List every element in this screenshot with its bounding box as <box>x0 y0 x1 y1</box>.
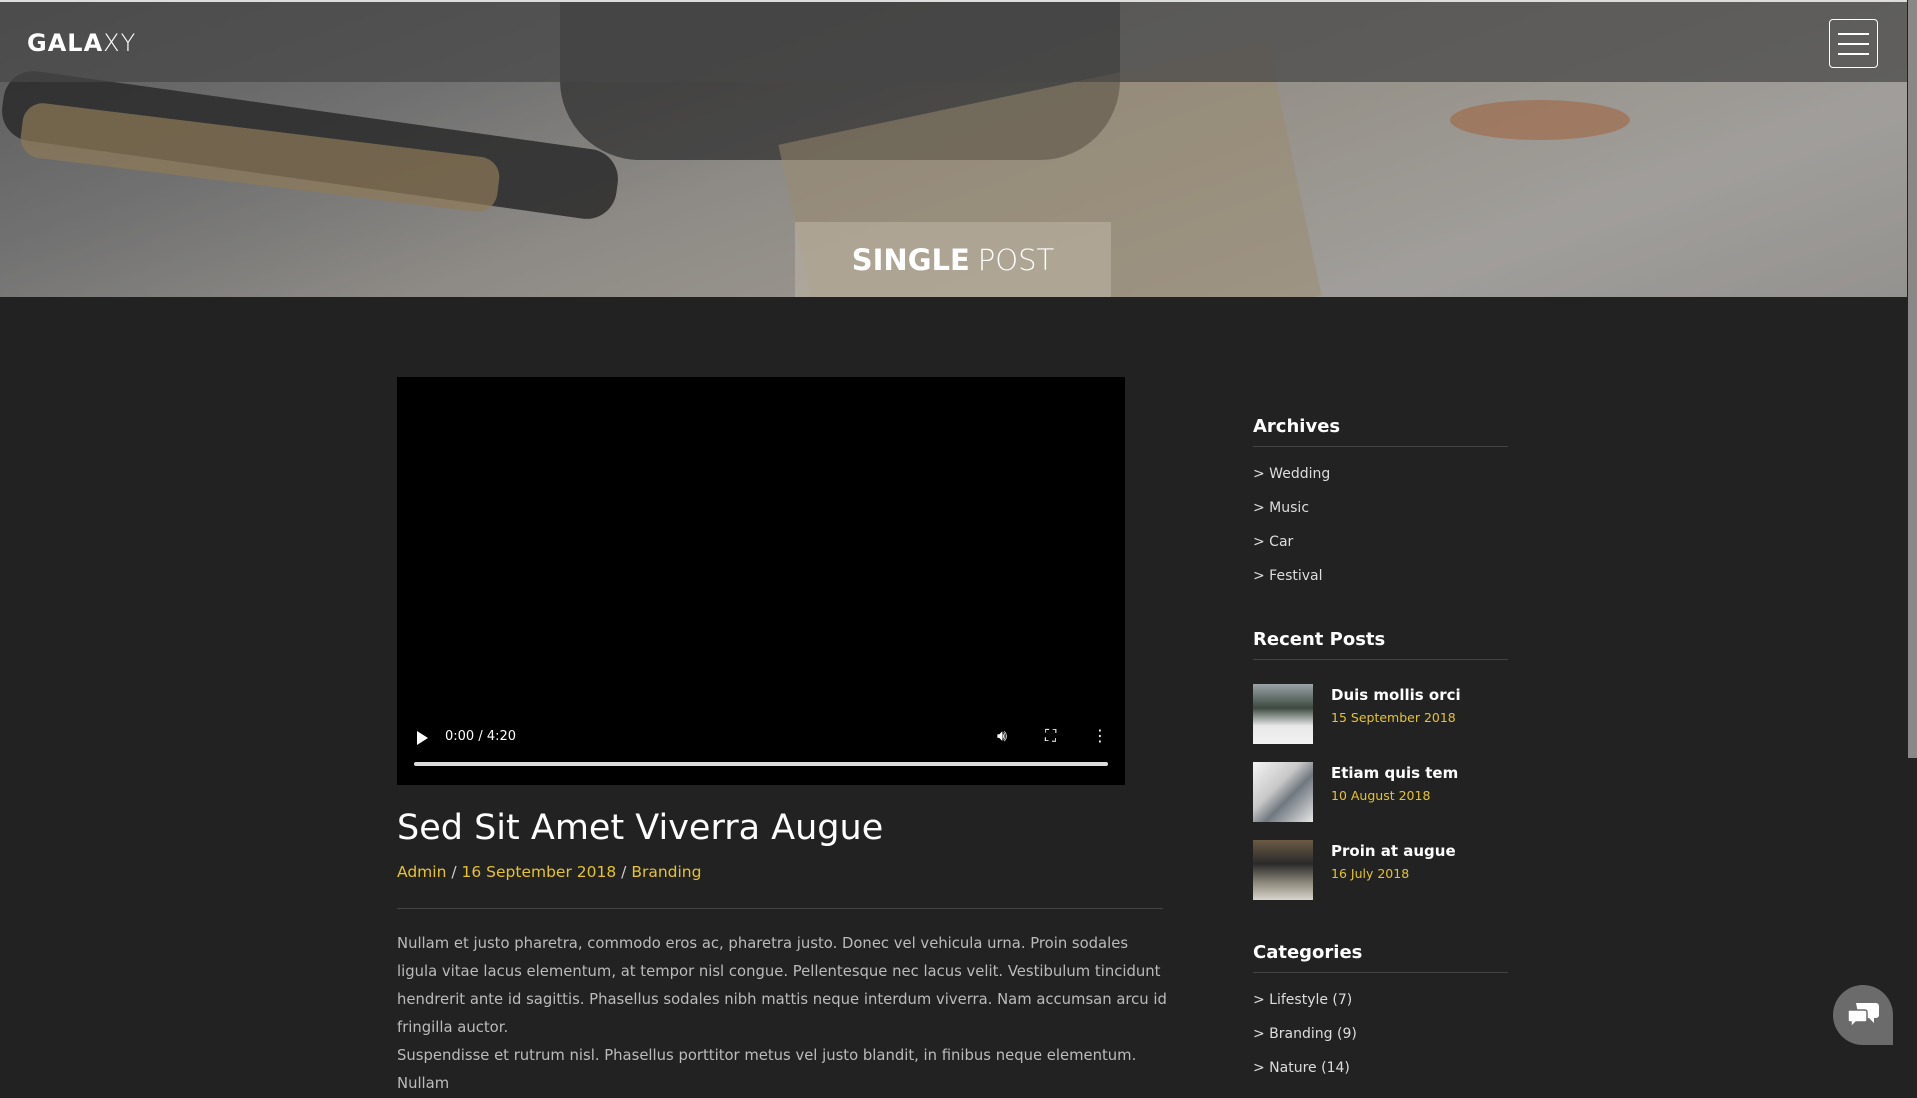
post-date-link[interactable]: 16 September 2018 <box>462 863 617 881</box>
post-meta: Admin / 16 September 2018 / Branding <box>397 863 702 881</box>
recent-post-date: 10 August 2018 <box>1331 788 1431 803</box>
page-title: SINGLE POST <box>795 222 1111 297</box>
recent-post-item[interactable]: Etiam quis tem 10 August 2018 <box>1253 762 1508 840</box>
post-paragraph: Suspendisse et rutrum nisl. Phasellus po… <box>397 1047 1137 1092</box>
archive-item[interactable]: > Wedding <box>1253 457 1508 491</box>
logo[interactable]: GALAXY <box>27 29 136 57</box>
recent-post-item[interactable]: Duis mollis orci 15 September 2018 <box>1253 684 1508 762</box>
page-title-bold: SINGLE <box>851 242 970 277</box>
scrollbar[interactable] <box>1907 0 1917 1072</box>
categories-title: Categories <box>1253 942 1508 973</box>
recent-post-thumbnail[interactable] <box>1253 840 1313 900</box>
archives-title: Archives <box>1253 416 1508 447</box>
recent-post-title[interactable]: Etiam quis tem <box>1331 764 1458 782</box>
archives-widget: Archives > Wedding > Music > Car > Festi… <box>1253 416 1508 593</box>
post-author-link[interactable]: Admin <box>397 863 446 881</box>
archive-item[interactable]: > Festival <box>1253 559 1508 593</box>
recent-post-thumbnail[interactable] <box>1253 762 1313 822</box>
more-options-icon[interactable]: ⋮ <box>1092 726 1108 745</box>
recent-post-date: 16 July 2018 <box>1331 866 1410 881</box>
archive-item[interactable]: > Car <box>1253 525 1508 559</box>
hamburger-menu-button[interactable] <box>1829 19 1878 68</box>
archive-item[interactable]: > Music <box>1253 491 1508 525</box>
post-category-link[interactable]: Branding <box>631 863 701 881</box>
recent-post-date: 15 September 2018 <box>1331 710 1456 725</box>
chat-button[interactable] <box>1833 985 1893 1045</box>
recent-post-thumbnail[interactable] <box>1253 684 1313 744</box>
recent-post-title[interactable]: Proin at augue <box>1331 842 1456 860</box>
video-progress-bar[interactable] <box>414 762 1108 766</box>
video-player[interactable]: 0:00 / 4:20 🔊︎ ⛶ ⋮ <box>397 377 1125 785</box>
recent-post-item[interactable]: Proin at augue 16 July 2018 <box>1253 840 1508 918</box>
play-icon[interactable] <box>417 731 428 745</box>
fullscreen-icon[interactable]: ⛶ <box>1045 726 1056 746</box>
page-title-light: POST <box>977 242 1055 277</box>
category-item[interactable]: > Nature (14) <box>1253 1051 1508 1085</box>
recent-post-title[interactable]: Duis mollis orci <box>1331 686 1461 704</box>
post-paragraph: Nullam et justo pharetra, commodo eros a… <box>397 935 1167 1036</box>
categories-widget: Categories > Lifestyle (7) > Branding (9… <box>1253 942 1508 1085</box>
category-item[interactable]: > Lifestyle (7) <box>1253 983 1508 1017</box>
post-title: Sed Sit Amet Viverra Augue <box>397 808 884 848</box>
divider <box>397 908 1163 909</box>
chat-bubbles-icon <box>1847 1003 1879 1029</box>
category-item[interactable]: > Branding (9) <box>1253 1017 1508 1051</box>
scrollbar-thumb[interactable] <box>1908 0 1917 758</box>
video-time: 0:00 / 4:20 <box>445 729 517 744</box>
recent-posts-widget: Recent Posts Duis mollis orci 15 Septembe… <box>1253 629 1508 918</box>
hamburger-icon <box>1838 33 1869 35</box>
recent-posts-title: Recent Posts <box>1253 629 1508 660</box>
top-navbar: GALAXY <box>0 0 1907 82</box>
volume-icon[interactable]: 🔊︎ <box>997 726 1007 746</box>
